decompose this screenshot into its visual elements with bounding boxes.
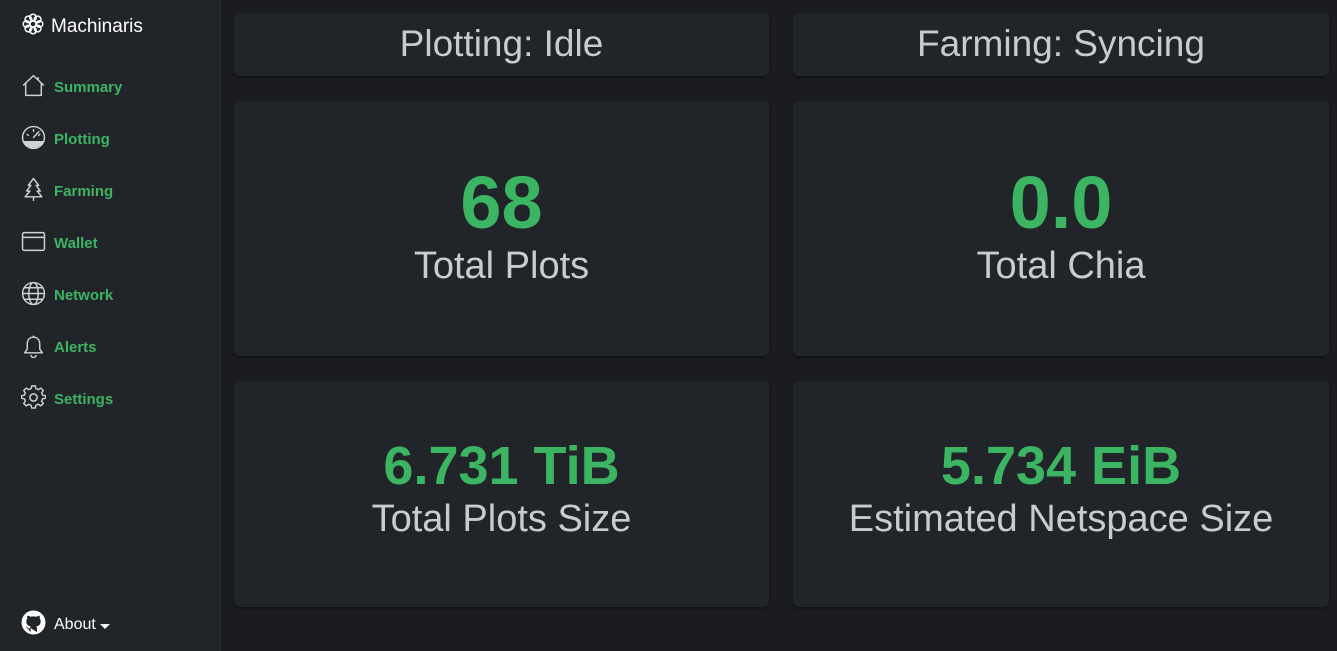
tree-icon	[21, 177, 54, 206]
netspace-size-label: Estimated Netspace Size	[848, 498, 1274, 540]
total-plots-size-card: 6.731 TiB Total Plots Size	[234, 381, 769, 607]
sidebar-item-summary[interactable]: Summary	[21, 73, 122, 102]
sidebar-item-label: Settings	[54, 391, 114, 408]
bell-icon	[21, 333, 54, 362]
farming-status: Farming: Syncing	[917, 23, 1205, 64]
total-chia-card: 0.0 Total Chia	[793, 101, 1329, 356]
total-plots-size-value: 6.731 TiB	[383, 436, 620, 496]
total-plots-card: 68 Total Plots	[234, 101, 769, 356]
sidebar-item-label: Network	[54, 287, 114, 304]
total-plots-size-label: Total Plots Size	[371, 498, 632, 540]
wallet-icon	[21, 229, 54, 258]
gear-icon	[20, 385, 54, 414]
brand-title: Machinaris	[51, 16, 143, 37]
total-chia-label: Total Chia	[976, 245, 1146, 287]
flower-icon	[21, 12, 51, 42]
sidebar-item-network[interactable]: Network	[21, 281, 113, 310]
total-plots-value: 68	[460, 161, 543, 244]
sidebar-item-label: Plotting	[54, 131, 110, 148]
about-label: About	[54, 616, 96, 633]
sidebar-item-settings[interactable]: Settings	[20, 385, 114, 414]
speedometer-icon	[21, 125, 54, 154]
sidebar-item-label: Farming	[54, 183, 114, 200]
about-menu[interactable]: About	[21, 610, 110, 640]
globe-icon	[21, 281, 54, 310]
netspace-size-value: 5.734 EiB	[940, 436, 1182, 496]
sidebar-item-farming[interactable]: Farming	[21, 177, 113, 206]
sidebar-item-wallet[interactable]: Wallet	[21, 229, 98, 258]
total-plots-label: Total Plots	[413, 245, 590, 287]
farming-status-card: Farming: Syncing	[793, 13, 1329, 76]
github-icon	[21, 610, 54, 640]
total-chia-value: 0.0	[1009, 161, 1113, 244]
sidebar-item-label: Wallet	[54, 235, 98, 252]
sidebar-item-alerts[interactable]: Alerts	[21, 333, 97, 362]
plotting-status-card: Plotting: Idle	[234, 13, 769, 76]
sidebar-item-plotting[interactable]: Plotting	[21, 125, 110, 154]
sidebar: Machinaris Summary Plotting Farming Wall…	[0, 0, 221, 651]
plotting-status: Plotting: Idle	[399, 23, 604, 64]
sidebar-item-label: Summary	[54, 79, 123, 96]
caret-down-icon	[99, 623, 110, 629]
brand[interactable]: Machinaris	[21, 12, 143, 42]
sidebar-item-label: Alerts	[54, 339, 97, 356]
house-icon	[21, 73, 54, 102]
netspace-size-card: 5.734 EiB Estimated Netspace Size	[793, 381, 1329, 607]
